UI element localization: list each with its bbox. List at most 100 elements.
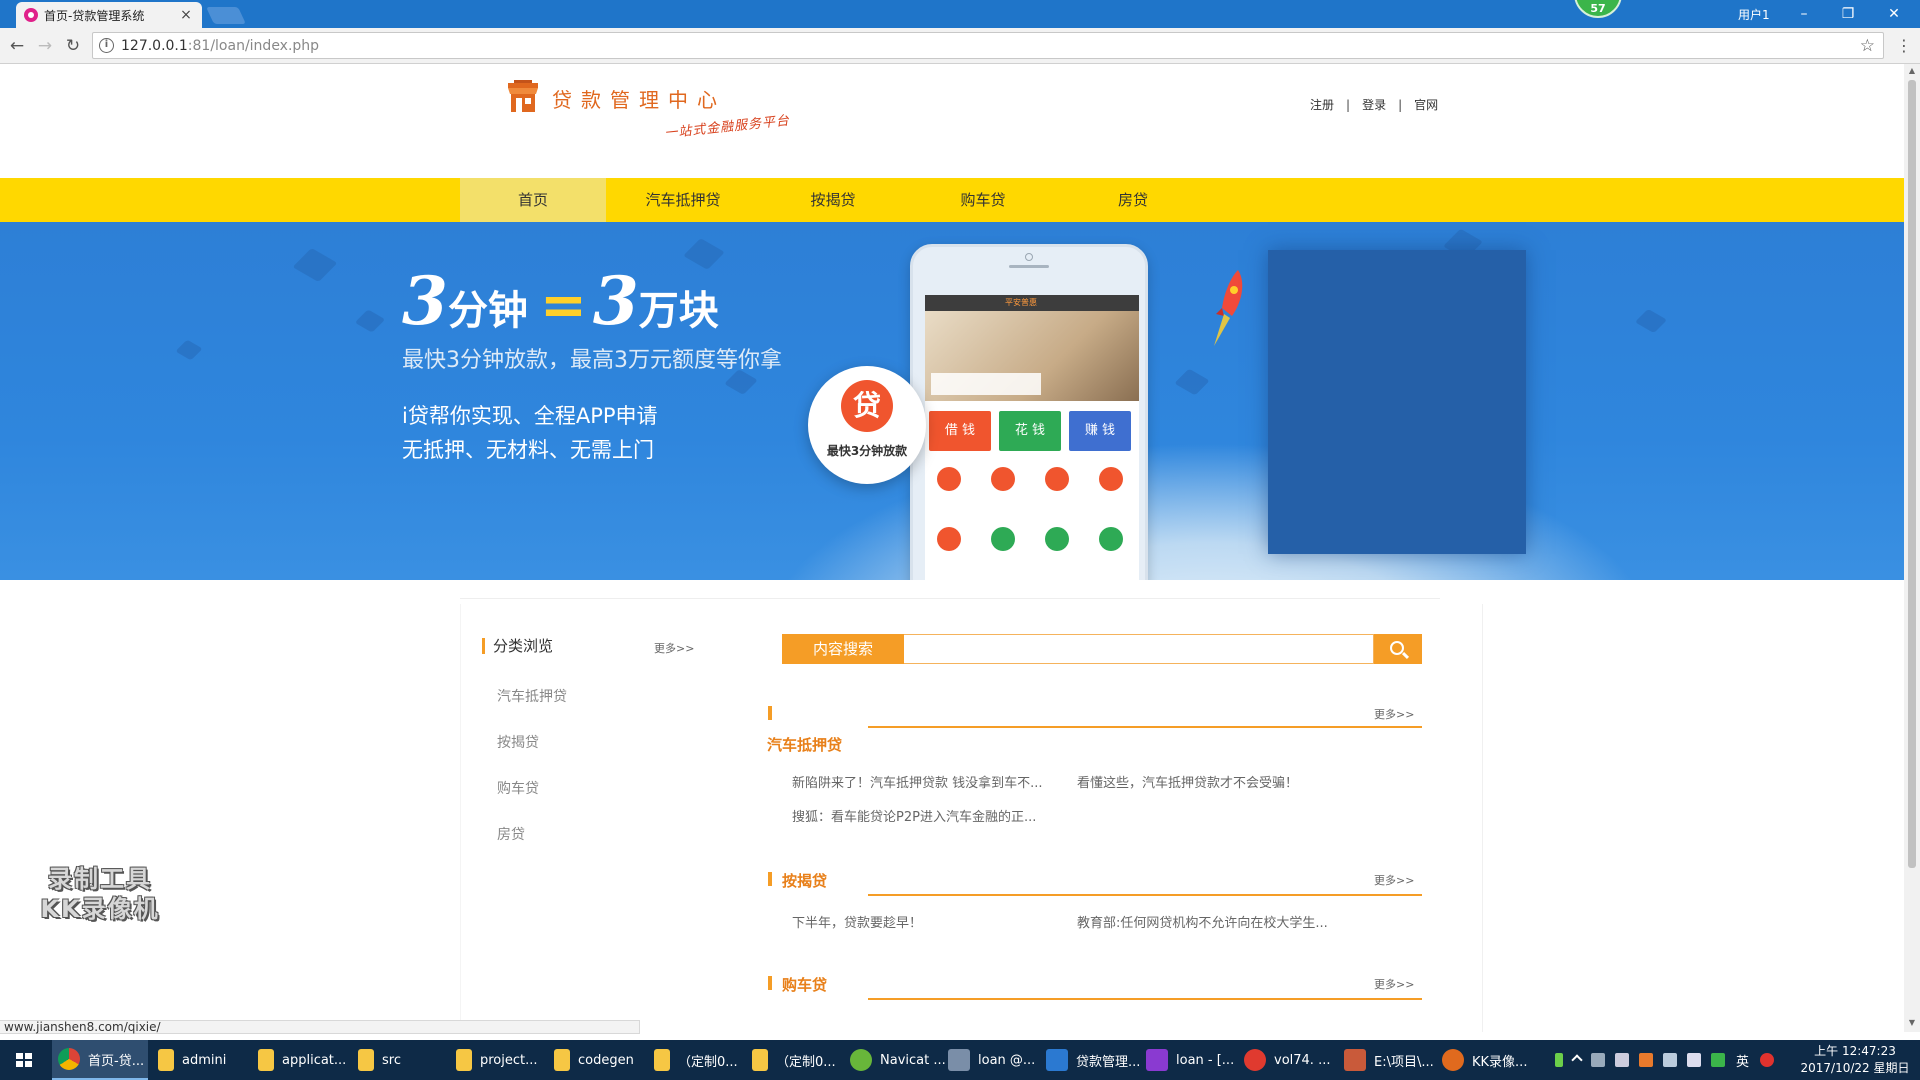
folder-icon	[358, 1049, 374, 1071]
headline-number: 3	[592, 262, 639, 340]
link-separator: |	[1346, 97, 1351, 112]
taskbar-item-folder[interactable]: codegen	[554, 1040, 634, 1080]
phone-borrow-button: 借 钱	[929, 411, 991, 451]
official-site-link[interactable]: 官网	[1414, 96, 1438, 113]
battery-icon[interactable]	[1555, 1053, 1563, 1067]
phone-spend-button: 花 钱	[999, 411, 1061, 451]
window-restore-button[interactable]: ❐	[1828, 2, 1868, 26]
taskbar-item-label: Navicat ...	[880, 1052, 946, 1068]
category-item-car-mortgage[interactable]: 汽车抵押贷	[497, 686, 567, 706]
scroll-up-arrow-icon[interactable]: ▲	[1907, 66, 1917, 75]
project-icon	[1344, 1049, 1366, 1071]
category-item-mortgage[interactable]: 按揭贷	[497, 732, 539, 752]
nav-item-mortgage[interactable]: 按揭贷	[760, 178, 906, 222]
power-icon[interactable]	[1615, 1053, 1629, 1067]
browser-menu-icon[interactable]: ⋮	[1896, 36, 1912, 56]
app-tray-icon[interactable]	[1639, 1053, 1653, 1067]
notification-badge[interactable]: 57	[1574, 0, 1622, 18]
ime-indicator[interactable]: 英	[1736, 1051, 1749, 1070]
loan-badge-icon: 贷	[841, 380, 893, 432]
wifi-icon[interactable]	[1663, 1053, 1677, 1067]
content-right-divider	[1482, 604, 1483, 1032]
security-tray-icon[interactable]	[1711, 1053, 1725, 1067]
sogou-input-icon[interactable]	[1760, 1053, 1775, 1067]
content-search-input[interactable]	[904, 634, 1374, 664]
tab-close-icon[interactable]: ×	[178, 7, 194, 23]
back-button[interactable]: ←	[6, 35, 28, 57]
site-info-icon[interactable]: i	[99, 38, 114, 53]
bluetooth-icon[interactable]	[1591, 1053, 1605, 1067]
taskbar-item-label: loan @...	[978, 1052, 1036, 1068]
reload-button[interactable]: ↻	[62, 35, 84, 57]
taskbar-item-folder[interactable]: admini	[158, 1040, 226, 1080]
taskbar-item-chrome[interactable]: 首页-贷...	[52, 1040, 148, 1080]
category-more-link[interactable]: 更多>>	[654, 640, 694, 656]
browser-tab-active[interactable]: 首页-贷款管理系统 ×	[16, 2, 202, 28]
decor-cube	[1634, 308, 1668, 334]
article-link[interactable]: 新陷阱来了！汽车抵押贷款 钱没拿到车不...	[792, 772, 1043, 791]
taskbar-item-folder[interactable]: project...	[456, 1040, 538, 1080]
section-title-car-loan[interactable]: 购车贷	[782, 974, 827, 995]
decor-cube	[175, 339, 203, 361]
taskbar-item-label: （定制0...	[776, 1054, 836, 1070]
article-link[interactable]: 下半年，贷款要趁早！	[792, 912, 922, 931]
taskbar-item-folder[interactable]: src	[358, 1040, 401, 1080]
taskbar-item-folder[interactable]: （定制0...	[654, 1040, 738, 1080]
new-tab-button[interactable]	[206, 7, 246, 24]
taskbar-item-music[interactable]: vol74. ...	[1244, 1040, 1330, 1080]
taskbar-item-navicat[interactable]: Navicat ...	[850, 1040, 946, 1080]
scrollbar-thumb[interactable]	[1908, 80, 1916, 868]
taskbar-item-folder[interactable]: applicat...	[258, 1040, 346, 1080]
login-link[interactable]: 登录	[1362, 96, 1386, 113]
navicat-icon	[850, 1049, 872, 1071]
taskbar-item-label: loan - [...	[1176, 1052, 1235, 1068]
section-title-car-mortgage[interactable]: 汽车抵押贷	[767, 734, 842, 755]
volume-icon[interactable]	[1687, 1053, 1701, 1067]
clock-time: 上午 12:47:23	[1814, 1044, 1896, 1058]
loan-badge-text: 最快3分钟放款	[826, 444, 908, 458]
start-button[interactable]	[0, 1040, 48, 1080]
taskbar-item-kk-recorder[interactable]: KK录像...	[1442, 1040, 1527, 1080]
section-more-link[interactable]: 更多>>	[1374, 976, 1414, 992]
hero-banner[interactable]: 3 分钟 = 3 万块 最快3分钟放款，最高3万元额度等你拿 i贷帮你实现、全程…	[0, 222, 1904, 580]
category-item-house-loan[interactable]: 房贷	[497, 824, 525, 844]
article-link[interactable]: 看懂这些，汽车抵押贷款才不会受骗！	[1077, 772, 1298, 791]
tray-expand-icon[interactable]	[1571, 1054, 1583, 1066]
nav-item-car-mortgage[interactable]: 汽车抵押贷	[610, 178, 756, 222]
section-title-mortgage[interactable]: 按揭贷	[782, 870, 827, 891]
search-submit-button[interactable]	[1374, 634, 1422, 664]
taskbar-item-label: vol74. ...	[1274, 1052, 1331, 1068]
content-search-label: 内容搜索	[782, 634, 904, 664]
window-minimize-button[interactable]: –	[1784, 2, 1824, 26]
window-close-button[interactable]: ✕	[1874, 2, 1914, 26]
system-clock[interactable]: 上午 12:47:23 2017/10/22 星期日	[1800, 1043, 1910, 1077]
nav-item-house-loan[interactable]: 房贷	[1060, 178, 1206, 222]
section-more-link[interactable]: 更多>>	[1374, 872, 1414, 888]
taskbar-item-phpstorm[interactable]: loan - [...	[1146, 1040, 1234, 1080]
scroll-down-arrow-icon[interactable]: ▼	[1907, 1018, 1917, 1027]
phone-app-header: 平安普惠	[925, 295, 1139, 311]
section-more-link[interactable]: 更多>>	[1374, 706, 1414, 722]
article-link[interactable]: 教育部:任何网贷机构不允许向在校大学生...	[1077, 912, 1328, 931]
category-item-car-loan[interactable]: 购车贷	[497, 778, 539, 798]
url-host: 127.0.0.1	[121, 38, 188, 54]
phone-photo-caption	[931, 373, 1041, 395]
address-bar[interactable]: i 127.0.0.1:81/loan/index.php ☆	[92, 32, 1884, 59]
forward-button[interactable]: →	[34, 35, 56, 57]
bookmark-star-icon[interactable]: ☆	[1860, 36, 1875, 56]
phone-speaker	[1009, 265, 1049, 268]
nav-item-car-loan[interactable]: 购车贷	[910, 178, 1056, 222]
taskbar-item-word[interactable]: 贷款管理...	[1046, 1040, 1140, 1080]
url-path: :81/loan/index.php	[187, 38, 320, 54]
page-scrollbar[interactable]: ▲ ▼	[1904, 64, 1920, 1032]
url-text[interactable]: 127.0.0.1:81/loan/index.php	[121, 38, 319, 54]
taskbar-item-folder[interactable]: （定制0...	[752, 1040, 836, 1080]
taskbar-item-project[interactable]: E:\项目\...	[1344, 1040, 1434, 1080]
nav-item-home[interactable]: 首页	[460, 178, 606, 222]
site-logo-title[interactable]: 贷款管理中心	[552, 84, 726, 113]
register-link[interactable]: 注册	[1310, 96, 1334, 113]
browser-user-profile[interactable]: 用户1	[1738, 6, 1770, 23]
taskbar-item-database[interactable]: loan @...	[948, 1040, 1035, 1080]
article-link[interactable]: 搜狐：看车能贷论P2P进入汽车金融的正...	[792, 806, 1036, 825]
windows-logo-icon	[16, 1053, 32, 1067]
